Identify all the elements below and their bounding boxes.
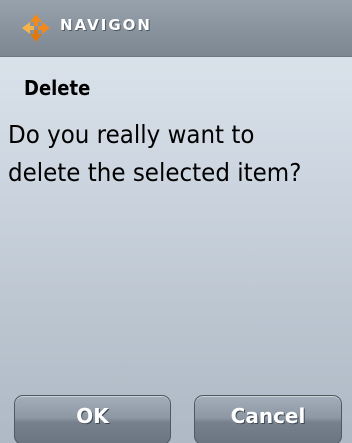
delete-dialog-screen: NAVIGON Delete Do you really want to del… bbox=[0, 0, 352, 443]
brand-name: NAVIGON bbox=[60, 16, 152, 34]
navigon-logo-icon bbox=[22, 14, 50, 42]
cancel-button[interactable]: Cancel bbox=[194, 395, 342, 443]
dialog-title: Delete bbox=[24, 76, 91, 100]
header-bar: NAVIGON bbox=[0, 0, 352, 57]
dialog-message: Do you really want to delete the selecte… bbox=[8, 120, 302, 187]
ok-button[interactable]: OK bbox=[14, 395, 171, 443]
